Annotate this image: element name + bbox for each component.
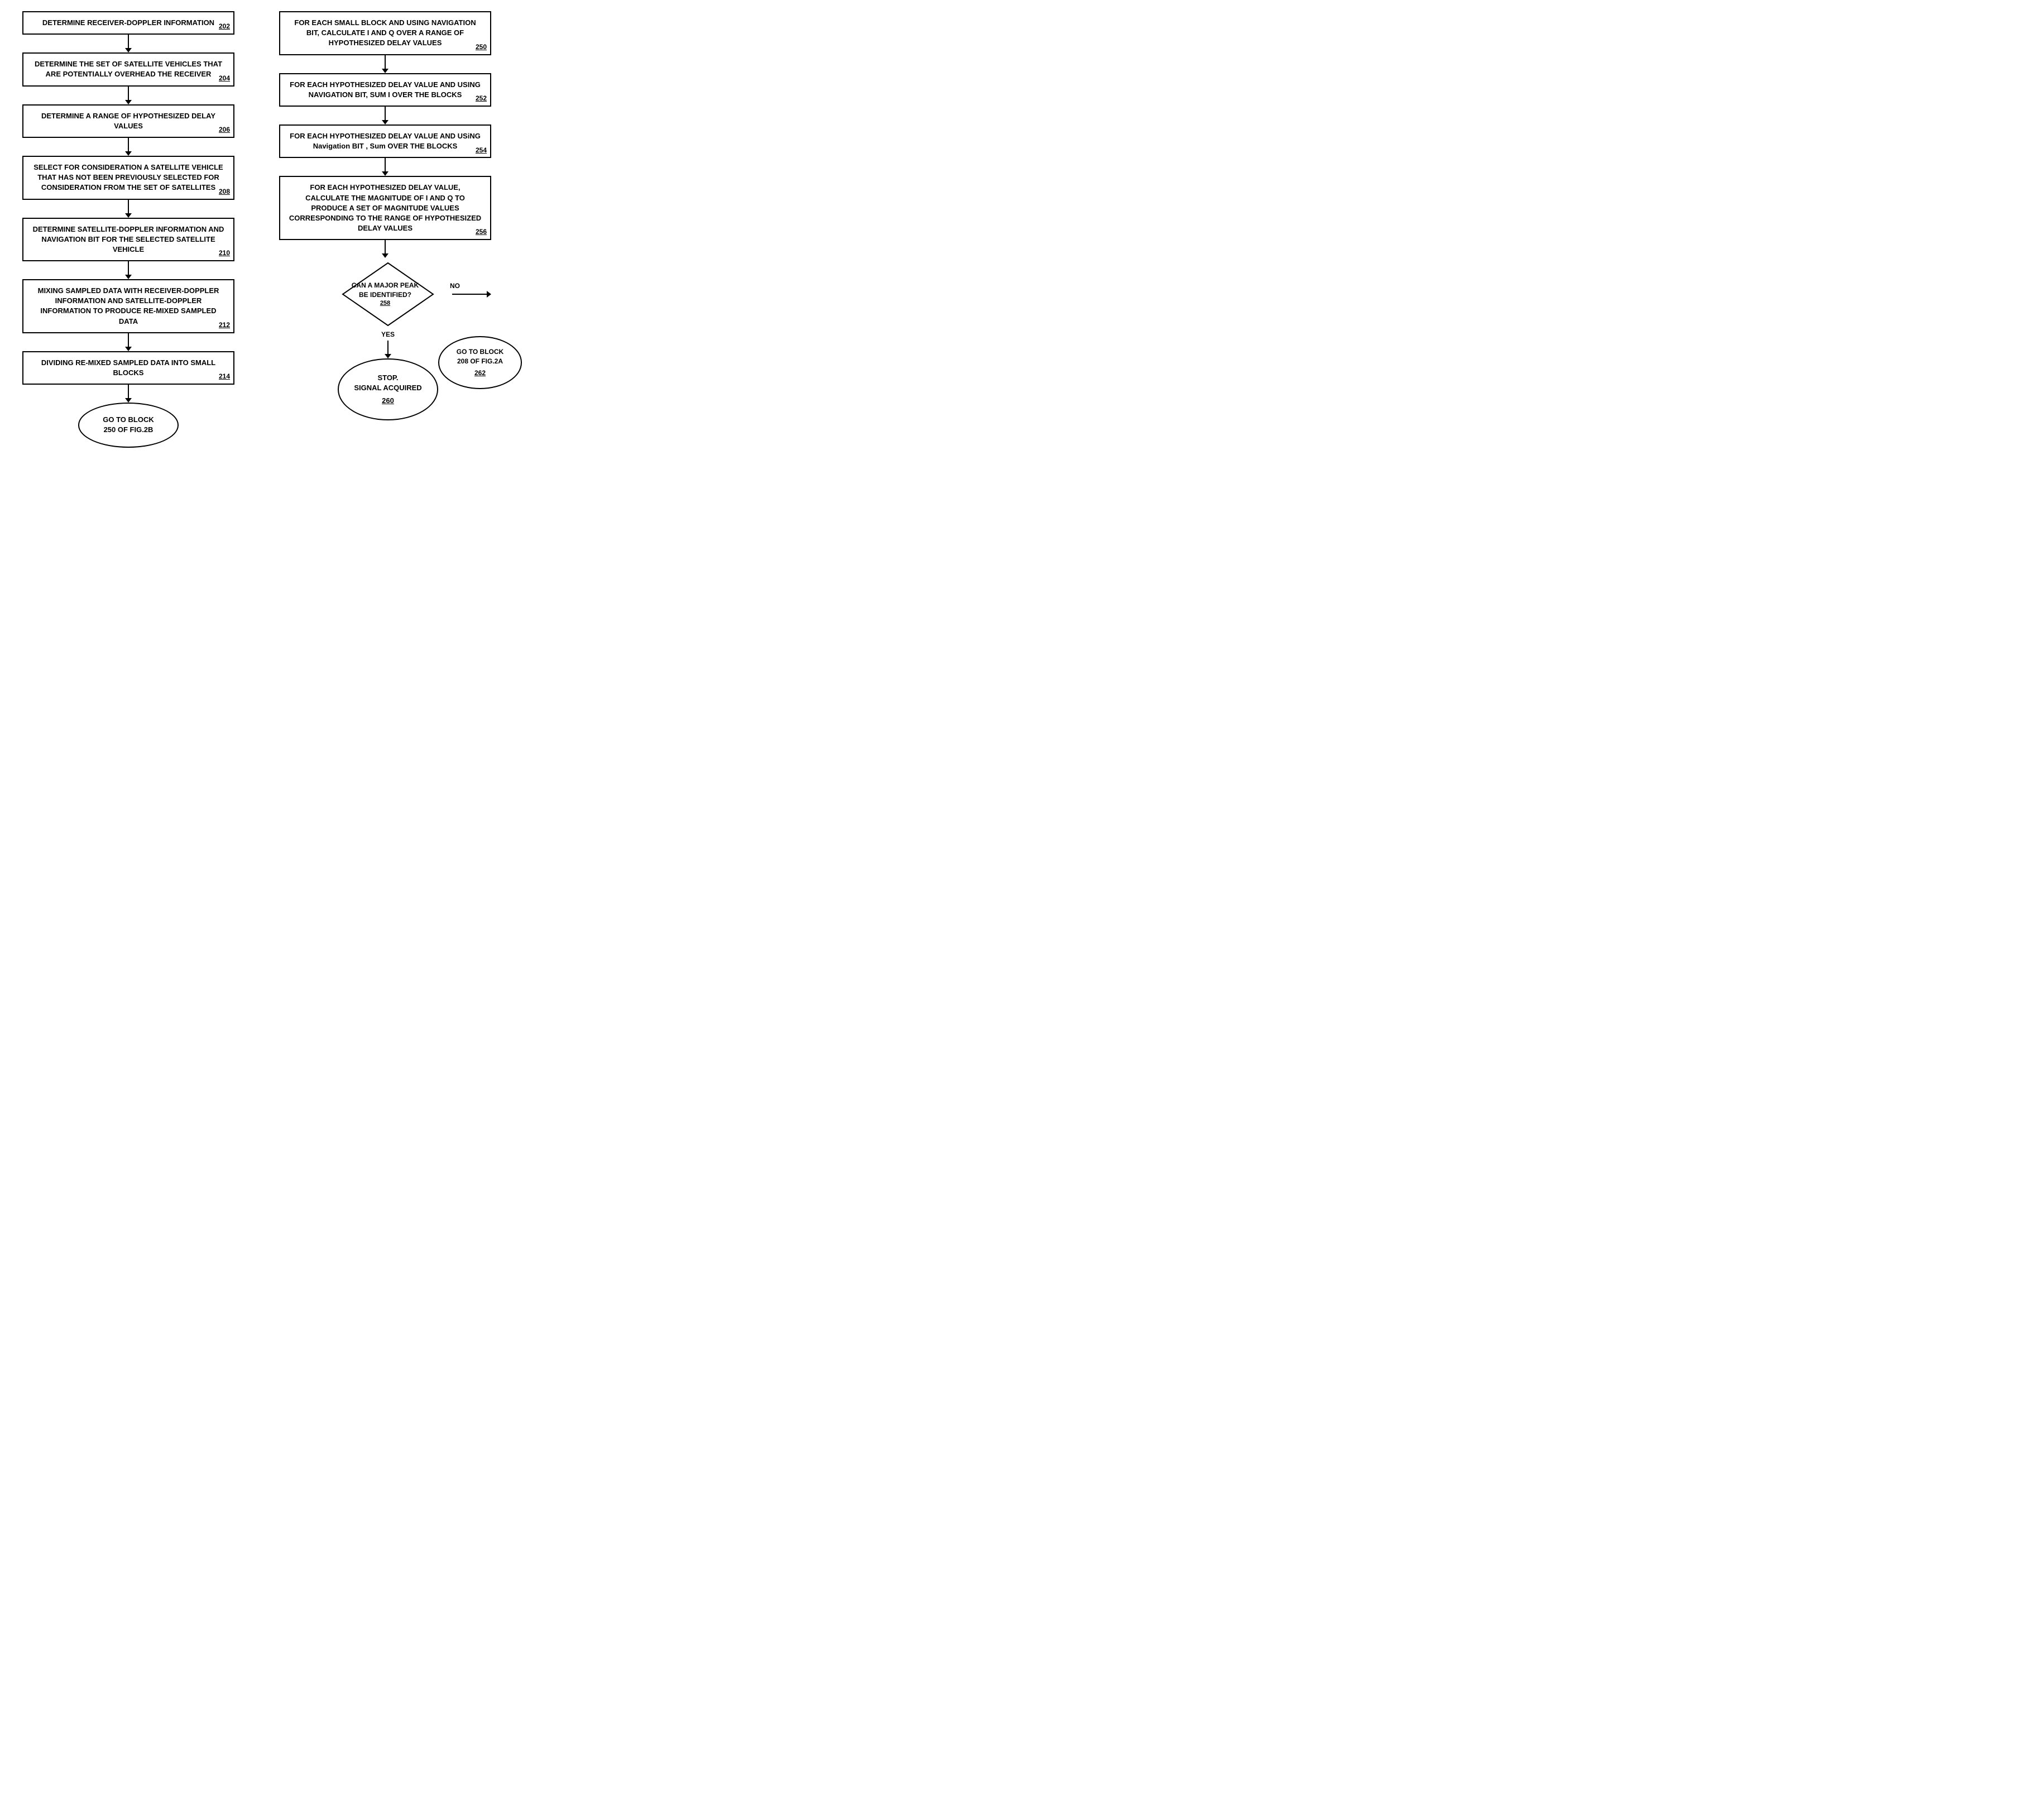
arrow-212-214 — [125, 333, 132, 351]
arrow-252-254 — [382, 107, 389, 124]
goto-oval-line1: GO TO BLOCK — [88, 415, 169, 425]
arrow-right-svg-1 — [382, 55, 389, 73]
arrow-down-svg — [125, 35, 132, 52]
arrow-down-svg-3 — [125, 138, 132, 156]
block-202: DETERMINE RECEIVER-DOPPLER INFORMATION 2… — [22, 11, 234, 35]
block-208-text: SELECT FOR CONSIDERATION A SATELLITE VEH… — [33, 163, 223, 191]
stop-oval-260: STOP. SIGNAL ACQUIRED 260 — [338, 358, 438, 420]
block-206-text: DETERMINE A RANGE OF HYPOTHESIZED DELAY … — [41, 112, 215, 130]
no-oval-number: 262 — [446, 368, 514, 378]
block-204-number: 204 — [219, 74, 230, 83]
yes-label-text: YES — [381, 331, 395, 338]
block-212-text: MIXING SAMPLED DATA WITH RECEIVER-DOPPLE… — [38, 286, 219, 325]
no-label: NO — [450, 282, 460, 290]
block-206: DETERMINE A RANGE OF HYPOTHESIZED DELAY … — [22, 104, 234, 138]
diamond-258: CAN A MAJOR PEAK BE IDENTIFIED? 258 — [340, 261, 430, 328]
block-210: DETERMINE SATELLITE-DOPPLER INFORMATION … — [22, 218, 234, 262]
arrow-right-svg-2 — [382, 107, 389, 124]
arrow-256-258 — [382, 240, 389, 258]
arrow-right-svg-4 — [382, 240, 389, 258]
goto-oval-line2: 250 OF FIG.2B — [88, 425, 169, 435]
block-214-text: DIVIDING RE-MIXED SAMPLED DATA INTO SMAL… — [41, 358, 215, 377]
block-202-number: 202 — [219, 22, 230, 31]
diamond-258-text: CAN A MAJOR PEAK BE IDENTIFIED? 258 — [340, 281, 430, 308]
no-oval-line2: 208 OF FIG.2A — [446, 357, 514, 366]
block-208: SELECT FOR CONSIDERATION A SATELLITE VEH… — [22, 156, 234, 200]
arrow-250-252 — [382, 55, 389, 73]
no-arrow-svg — [452, 291, 491, 298]
arrow-210-212 — [125, 261, 132, 279]
block-250-text: FOR EACH SMALL BLOCK AND USING NAVIGATIO… — [294, 18, 476, 47]
no-oval-container: GO TO BLOCK 208 OF FIG.2A 262 — [438, 336, 522, 389]
stop-oval-number: 260 — [348, 396, 428, 406]
block-256-text: FOR EACH HYPOTHESIZED DELAY VALUE, CALCU… — [289, 183, 481, 232]
arrow-202-204 — [125, 35, 132, 52]
block-214-number: 214 — [219, 372, 230, 381]
stop-oval-line2: SIGNAL ACQUIRED — [348, 383, 428, 393]
arrow-right-svg-3 — [382, 158, 389, 176]
block-212: MIXING SAMPLED DATA WITH RECEIVER-DOPPLE… — [22, 279, 234, 333]
block-204: DETERMINE THE SET OF SATELLITE VEHICLES … — [22, 52, 234, 86]
block-212-number: 212 — [219, 320, 230, 330]
block-210-number: 210 — [219, 248, 230, 258]
block-250-number: 250 — [476, 42, 487, 52]
no-oval-line1: GO TO BLOCK — [446, 347, 514, 357]
arrow-208-210 — [125, 200, 132, 218]
block-210-text: DETERMINE SATELLITE-DOPPLER INFORMATION … — [33, 225, 224, 253]
block-208-number: 208 — [219, 187, 230, 197]
arrow-down-svg-6 — [125, 333, 132, 351]
block-252-number: 252 — [476, 94, 487, 103]
block-202-text: DETERMINE RECEIVER-DOPPLER INFORMATION — [42, 18, 214, 27]
arrow-down-svg-7 — [125, 385, 132, 403]
arrow-258-260 — [385, 341, 391, 358]
no-oval-262: GO TO BLOCK 208 OF FIG.2A 262 — [438, 336, 522, 389]
arrow-down-svg-2 — [125, 87, 132, 104]
left-column: DETERMINE RECEIVER-DOPPLER INFORMATION 2… — [11, 11, 246, 448]
block-256: FOR EACH HYPOTHESIZED DELAY VALUE, CALCU… — [279, 176, 491, 240]
diamond-section-258: CAN A MAJOR PEAK BE IDENTIFIED? 258 NO — [279, 258, 491, 331]
goto-oval-left: GO TO BLOCK 250 OF FIG.2B — [78, 403, 179, 447]
block-252-text: FOR EACH HYPOTHESIZED DELAY VALUE AND US… — [290, 80, 481, 99]
block-254-number: 254 — [476, 146, 487, 155]
arrow-206-208 — [125, 138, 132, 156]
block-214: DIVIDING RE-MIXED SAMPLED DATA INTO SMAL… — [22, 351, 234, 385]
no-branch: NO — [452, 291, 491, 298]
block-250: FOR EACH SMALL BLOCK AND USING NAVIGATIO… — [279, 11, 491, 55]
stop-oval-line1: STOP. — [348, 373, 428, 383]
block-256-number: 256 — [476, 227, 487, 237]
right-column: FOR EACH SMALL BLOCK AND USING NAVIGATIO… — [268, 11, 502, 420]
diamond-258-number: 258 — [346, 299, 424, 308]
block-252: FOR EACH HYPOTHESIZED DELAY VALUE AND US… — [279, 73, 491, 107]
block-204-text: DETERMINE THE SET OF SATELLITE VEHICLES … — [35, 60, 222, 78]
arrow-254-256 — [382, 158, 389, 176]
block-206-number: 206 — [219, 125, 230, 135]
arrow-down-svg-4 — [125, 200, 132, 218]
arrow-204-206 — [125, 87, 132, 104]
arrow-214-goto — [125, 385, 132, 403]
yes-branch: YES STOP. SIGNAL ACQUIRED 260 — [338, 331, 438, 420]
branch-row: YES STOP. SIGNAL ACQUIRED 260 GO TO BLOC… — [279, 331, 491, 420]
block-254: FOR EACH HYPOTHESIZED DELAY VALUE AND US… — [279, 124, 491, 158]
flowchart-container: DETERMINE RECEIVER-DOPPLER INFORMATION 2… — [11, 11, 547, 448]
block-254-text: FOR EACH HYPOTHESIZED DELAY VALUE AND US… — [290, 132, 481, 150]
arrow-down-svg-5 — [125, 261, 132, 279]
